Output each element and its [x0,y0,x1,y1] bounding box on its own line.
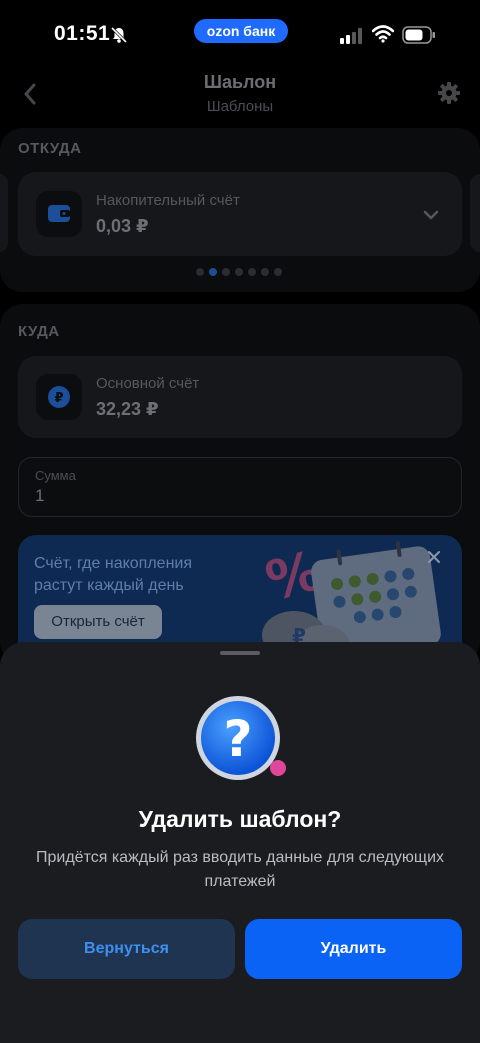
pager-dot [248,268,256,276]
close-icon[interactable] [426,549,442,565]
amount-field[interactable]: Сумма 1 [18,457,462,517]
from-label: ОТКУДА [18,140,82,157]
pager-dot [222,268,230,276]
sheet-grabber[interactable] [220,651,260,655]
battery-icon [402,26,435,44]
page-subtitle: Шаблоны [206,98,274,115]
from-account-card[interactable]: Накопительный счёт 0,03 ₽ [18,172,462,256]
page-title: Шаьлон [203,72,277,92]
cancel-button[interactable]: Вернуться [18,919,235,979]
to-account-card[interactable]: ₽ Основной счёт 32,23 ₽ [18,356,462,438]
delete-button[interactable]: Удалить [245,919,462,979]
chevron-down-icon[interactable] [422,209,440,221]
delete-template-sheet: ? Удалить шаблон? Придётся каждый раз вв… [0,642,480,1043]
account-pager [196,268,282,276]
from-account-card-prev[interactable] [0,174,8,252]
status-bar: 01:51 ozon банк [0,0,480,70]
bell-muted-icon [110,26,128,44]
gear-icon[interactable] [437,81,461,105]
pager-dot [235,268,243,276]
pager-dot [209,268,217,276]
amount-label: Сумма [35,468,76,483]
from-account-amount: 0,03 ₽ [96,216,149,236]
pager-dot [274,268,282,276]
dialog-description: Придётся каждый раз вводить данные для с… [36,849,444,890]
from-account-card-next[interactable] [470,174,480,252]
pager-dot [261,268,269,276]
wallet-icon [36,191,82,237]
question-icon: ? [196,696,286,780]
ruble-icon: ₽ [36,374,82,420]
status-time: 01:51 [54,22,111,45]
brand-pill: ozon банк [194,19,288,43]
open-account-button[interactable]: Открыть счёт [34,605,162,639]
to-label: КУДА [18,323,60,340]
cellular-signal-icon [340,28,362,44]
promo-text: Счёт, где накопления растут каждый день [34,555,192,594]
svg-text:₽: ₽ [54,391,63,406]
amount-value[interactable]: 1 [35,486,44,506]
to-account-amount: 32,23 ₽ [96,399,159,419]
pager-dot [196,268,204,276]
wifi-icon [372,25,394,43]
to-account-name: Основной счёт [96,375,200,392]
from-account-name: Накопительный счёт [96,192,240,209]
dialog-title: Удалить шаблон? [138,806,342,832]
svg-text:?: ? [223,710,252,768]
